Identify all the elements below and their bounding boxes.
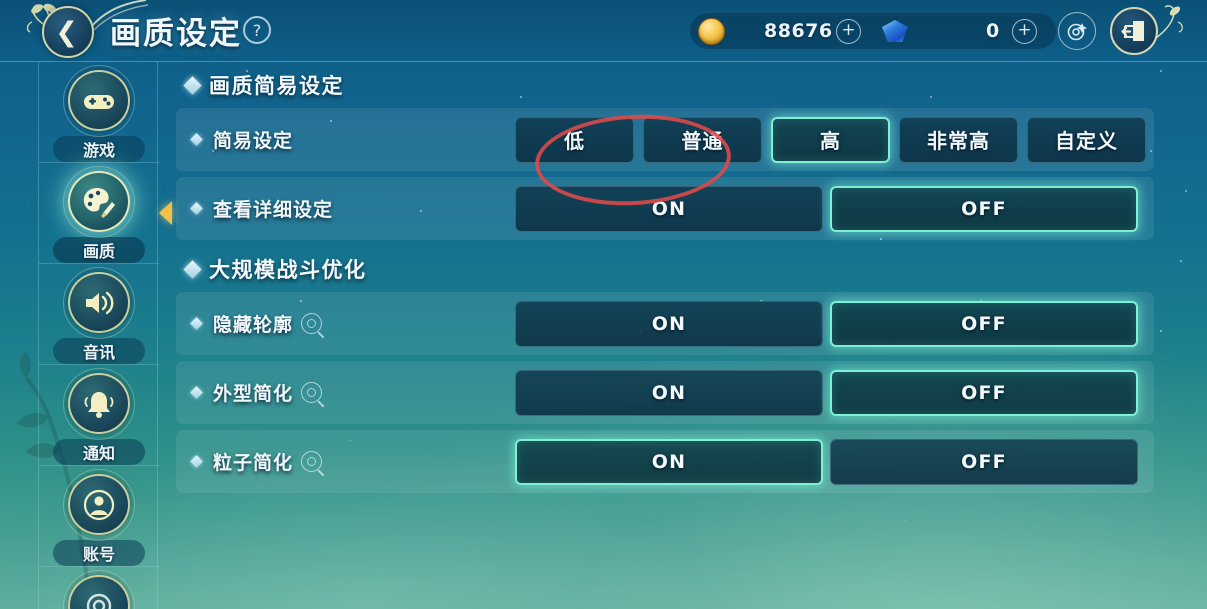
setting-row: 隐藏轮廓 ON OFF bbox=[176, 292, 1154, 355]
diamond-bullet-icon bbox=[190, 202, 203, 215]
speaker-icon bbox=[68, 272, 130, 334]
settings-sidebar: 游戏画质音讯通知账号 bbox=[38, 62, 172, 609]
help-button[interactable]: ? bbox=[243, 16, 271, 44]
setting-row: 简易设定 低普通高非常高 自定义 bbox=[176, 108, 1154, 171]
section-title: 大规模战斗优化 bbox=[209, 258, 367, 282]
setting-row: 外型简化 ON OFF bbox=[176, 361, 1154, 424]
setting-label-group: 隐藏轮廓 bbox=[176, 310, 506, 337]
setting-options: ON OFF bbox=[515, 300, 1138, 347]
preset-option-button[interactable]: 低 bbox=[515, 116, 634, 163]
exit-button[interactable] bbox=[1110, 7, 1158, 55]
back-button[interactable]: ❮ bbox=[42, 6, 94, 58]
diamond-bullet-icon bbox=[190, 455, 203, 468]
sidebar-item-label: 账号 bbox=[53, 540, 145, 566]
setting-options: ON OFF bbox=[515, 369, 1138, 416]
toggle-option-button[interactable]: ON bbox=[515, 300, 823, 347]
toggle-option-button[interactable]: OFF bbox=[830, 369, 1138, 416]
bell-icon bbox=[68, 373, 130, 435]
target-button[interactable] bbox=[1058, 12, 1096, 50]
diamond-bullet-icon bbox=[190, 133, 203, 146]
setting-label: 隐藏轮廓 bbox=[213, 314, 294, 336]
add-coin-button[interactable]: + bbox=[836, 18, 861, 44]
diamond-bullet-icon bbox=[183, 75, 202, 95]
page-title: 画质设定 bbox=[110, 16, 242, 52]
gem-amount: 0 bbox=[986, 20, 1000, 42]
setting-options: 低普通高非常高 自定义 bbox=[515, 116, 1146, 163]
diamond-bullet-icon bbox=[190, 317, 203, 330]
preset-option-button[interactable]: 自定义 bbox=[1027, 116, 1146, 163]
preset-option-button[interactable]: 普通 bbox=[643, 116, 762, 163]
back-arrow-icon: ❮ bbox=[55, 16, 78, 48]
setting-label-group: 查看详细设定 bbox=[176, 195, 506, 222]
setting-label-group: 粒子简化 bbox=[176, 448, 506, 475]
setting-label-group: 简易设定 bbox=[176, 126, 506, 153]
toggle-option-button[interactable]: ON bbox=[515, 369, 823, 416]
palette-brush-icon bbox=[68, 171, 130, 233]
toggle-option-button[interactable]: OFF bbox=[830, 438, 1138, 485]
preset-option-button[interactable]: 非常高 bbox=[899, 116, 1018, 163]
sidebar-item-extra[interactable] bbox=[39, 567, 159, 609]
section-header: 大规模战斗优化 bbox=[176, 246, 1207, 292]
setting-row: 查看详细设定 ON OFF bbox=[176, 177, 1154, 240]
setting-label: 简易设定 bbox=[213, 130, 294, 152]
sidebar-item-label: 通知 bbox=[53, 439, 145, 465]
currency-bar: 88676 + 0 + bbox=[690, 13, 1056, 49]
exit-door-icon bbox=[1121, 21, 1144, 41]
sidebar-item-音讯[interactable]: 音讯 bbox=[39, 264, 159, 365]
sidebar-item-游戏[interactable]: 游戏 bbox=[39, 62, 159, 163]
preset-option-button[interactable]: 高 bbox=[771, 116, 890, 163]
toggle-option-button[interactable]: ON bbox=[515, 438, 823, 485]
game-settings-screen: ❮ 画质设定 ? 88676 + 0 + 游戏 画质 音讯 通知 账号 画质简易… bbox=[0, 0, 1207, 609]
toggle-option-button[interactable]: ON bbox=[515, 185, 823, 232]
magnifier-icon[interactable] bbox=[301, 451, 323, 472]
gamepad-icon bbox=[68, 70, 130, 132]
sidebar-item-label: 音讯 bbox=[53, 338, 145, 364]
diamond-bullet-icon bbox=[190, 386, 203, 399]
setting-row: 粒子简化 ON OFF bbox=[176, 430, 1154, 493]
circle-icon bbox=[68, 575, 130, 609]
gem-icon bbox=[882, 20, 908, 42]
add-gem-button[interactable]: + bbox=[1012, 18, 1037, 44]
setting-label-group: 外型简化 bbox=[176, 379, 506, 406]
setting-label: 查看详细设定 bbox=[213, 199, 334, 221]
setting-options: ON OFF bbox=[515, 185, 1138, 232]
sidebar-active-pointer-icon bbox=[159, 201, 172, 225]
coin-amount: 88676 bbox=[764, 20, 833, 42]
diamond-bullet-icon bbox=[183, 259, 202, 279]
magnifier-icon[interactable] bbox=[301, 313, 323, 334]
sidebar-item-label: 游戏 bbox=[53, 136, 145, 162]
sidebar-item-账号[interactable]: 账号 bbox=[39, 466, 159, 567]
user-account-icon bbox=[68, 474, 130, 536]
setting-label: 粒子简化 bbox=[213, 452, 294, 474]
magnifier-icon[interactable] bbox=[301, 382, 323, 403]
section-title: 画质简易设定 bbox=[209, 74, 344, 98]
sidebar-item-画质[interactable]: 画质 bbox=[39, 163, 172, 264]
sidebar-item-通知[interactable]: 通知 bbox=[39, 365, 159, 466]
toggle-option-button[interactable]: OFF bbox=[830, 185, 1138, 232]
sidebar-item-label: 画质 bbox=[53, 237, 145, 263]
target-icon bbox=[1067, 23, 1087, 41]
setting-label: 外型简化 bbox=[213, 383, 294, 405]
section-header: 画质简易设定 bbox=[176, 62, 1207, 108]
coin-icon bbox=[698, 17, 725, 45]
top-header-bar: ❮ 画质设定 ? 88676 + 0 + bbox=[0, 0, 1207, 62]
toggle-option-button[interactable]: OFF bbox=[830, 300, 1138, 347]
setting-options: ON OFF bbox=[515, 438, 1138, 485]
settings-content: 画质简易设定 简易设定低普通高非常高 自定义 查看详细设定 ON OFF 大规模战斗优化 隐藏… bbox=[176, 62, 1207, 609]
